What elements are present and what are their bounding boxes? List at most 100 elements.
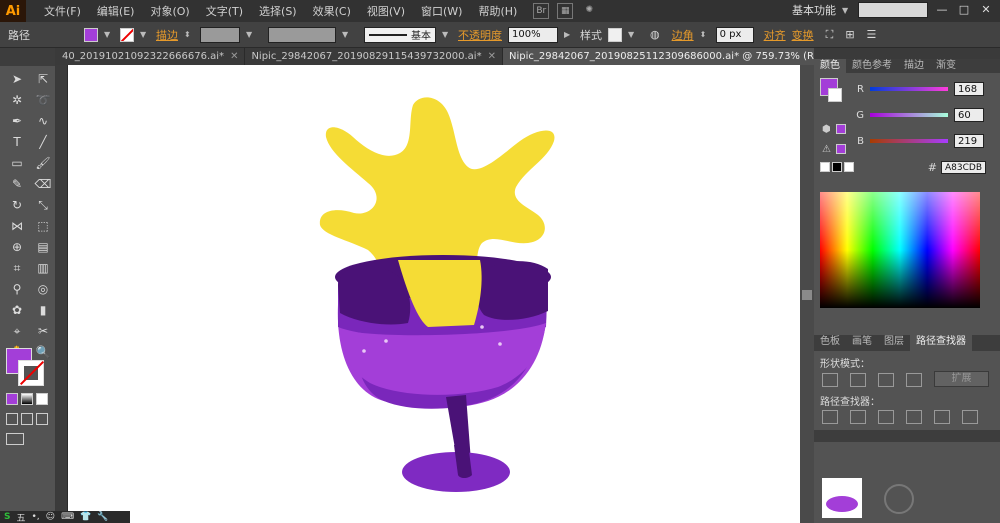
mask-link-icon[interactable]: [884, 484, 914, 514]
blend-tool-icon[interactable]: ◎: [32, 280, 54, 299]
draw-inside-icon[interactable]: [36, 413, 48, 425]
symbol-sprayer-icon[interactable]: ✿: [6, 301, 28, 320]
draw-normal-icon[interactable]: [6, 413, 18, 425]
arrange-documents-icon[interactable]: ▦: [557, 3, 574, 19]
none-mode-icon[interactable]: [36, 393, 48, 405]
outline-icon[interactable]: [934, 410, 950, 424]
close-icon[interactable]: ✕: [488, 48, 496, 65]
tab-color-guide[interactable]: 颜色参考: [846, 59, 898, 73]
chevron-down-icon[interactable]: ▼: [104, 30, 114, 39]
type-tool-icon[interactable]: T: [6, 133, 28, 152]
black-swatch[interactable]: [832, 162, 842, 172]
gpu-icon[interactable]: ✺: [581, 3, 597, 19]
transform-link[interactable]: 变换: [792, 27, 814, 43]
punctuation-icon[interactable]: •,: [32, 512, 40, 522]
menu-help[interactable]: 帮助(H): [470, 3, 525, 19]
exclude-icon[interactable]: [906, 373, 922, 387]
curvature-tool-icon[interactable]: ∿: [32, 112, 54, 131]
menu-effect[interactable]: 效果(C): [305, 3, 359, 19]
menu-window[interactable]: 窗口(W): [413, 3, 470, 19]
tab-gradient[interactable]: 渐变: [930, 59, 962, 73]
panel-grip[interactable]: [0, 48, 55, 66]
chevron-right-icon[interactable]: ▶: [564, 30, 574, 39]
variable-width-field[interactable]: [268, 26, 336, 43]
rotate-tool-icon[interactable]: ↻: [6, 196, 28, 215]
vertical-scrollbar[interactable]: [800, 65, 814, 523]
menu-type[interactable]: 文字(T): [198, 3, 251, 19]
fill-swatch[interactable]: [84, 27, 98, 42]
stepper-icon[interactable]: ⬍: [184, 30, 194, 39]
glass-right-lobe[interactable]: [475, 261, 548, 320]
keyboard-icon[interactable]: ⌨: [61, 512, 74, 522]
paintbrush-icon[interactable]: 🖌: [32, 154, 54, 173]
menu-select[interactable]: 选择(S): [251, 3, 305, 19]
free-transform-icon[interactable]: ⬚: [32, 217, 54, 236]
white-swatch[interactable]: [844, 162, 854, 172]
red-value[interactable]: 168: [954, 82, 984, 96]
magic-wand-icon[interactable]: ✲: [6, 91, 28, 110]
tab-layers[interactable]: 图层: [878, 335, 910, 351]
chevron-down-icon[interactable]: ▼: [442, 30, 452, 39]
menu-object[interactable]: 对象(O): [142, 3, 197, 19]
workspace-switcher[interactable]: 基本功能: [792, 2, 836, 18]
brush-definition[interactable]: 基本: [364, 26, 436, 43]
color-spectrum[interactable]: [820, 192, 980, 308]
close-icon[interactable]: ✕: [978, 3, 994, 17]
ime-logo[interactable]: S: [4, 512, 10, 522]
color-mode-icon[interactable]: [6, 393, 18, 405]
eyedropper-icon[interactable]: ⚲: [6, 280, 28, 299]
slider-red[interactable]: R 168: [814, 76, 1000, 102]
panel-grip[interactable]: [814, 48, 1000, 59]
tab-pathfinder[interactable]: 路径查找器: [910, 335, 972, 351]
opacity-mask-thumbnail[interactable]: [822, 478, 862, 518]
tab-swatches[interactable]: 色板: [814, 335, 846, 351]
emoji-icon[interactable]: ☺: [46, 512, 55, 522]
stepper-icon[interactable]: ⬍: [700, 30, 710, 39]
maximize-icon[interactable]: □: [956, 3, 972, 17]
artboard-tool-icon[interactable]: ⌖: [6, 322, 28, 341]
width-tool-icon[interactable]: ⋈: [6, 217, 28, 236]
menu-edit[interactable]: 编辑(E): [89, 3, 143, 19]
tab-document-1[interactable]: 40_20191021092322666676.ai* ✕: [56, 48, 246, 65]
slider-track[interactable]: [870, 113, 948, 117]
opacity-label[interactable]: 不透明度: [458, 27, 502, 43]
divide-icon[interactable]: [822, 410, 838, 424]
menu-icon[interactable]: ☰: [867, 28, 877, 41]
corner-label[interactable]: 边角: [672, 27, 694, 43]
draw-behind-icon[interactable]: [21, 413, 33, 425]
direct-selection-tool-icon[interactable]: ⇱: [32, 70, 54, 89]
lasso-icon[interactable]: ➰: [32, 91, 54, 110]
slider-blue[interactable]: B 219: [814, 128, 1000, 154]
green-value[interactable]: 60: [954, 108, 984, 122]
chevron-down-icon[interactable]: ▼: [842, 6, 852, 15]
menu-file[interactable]: 文件(F): [36, 3, 89, 19]
search-input[interactable]: [858, 2, 928, 18]
stroke-label[interactable]: 描边: [156, 27, 178, 43]
intersect-icon[interactable]: [878, 373, 894, 387]
close-icon[interactable]: ✕: [230, 48, 238, 65]
shape-builder-icon[interactable]: ⊕: [6, 238, 28, 257]
gradient-tool-icon[interactable]: ▥: [32, 259, 54, 278]
transform-icon[interactable]: ⛶: [826, 28, 834, 42]
wrench-icon[interactable]: 🔧: [97, 512, 108, 522]
chevron-down-icon[interactable]: ▼: [342, 30, 352, 39]
merge-icon[interactable]: [878, 410, 894, 424]
graphic-style-swatch[interactable]: [608, 27, 622, 42]
slider-track[interactable]: [870, 139, 948, 143]
mesh-tool-icon[interactable]: ⌗: [6, 259, 28, 278]
tab-color[interactable]: 颜色: [814, 59, 846, 73]
hex-input[interactable]: A83CDB: [941, 160, 986, 174]
gradient-mode-icon[interactable]: [21, 393, 33, 405]
trim-icon[interactable]: [850, 410, 866, 424]
chevron-down-icon[interactable]: ▼: [140, 30, 150, 39]
crop-icon[interactable]: [906, 410, 922, 424]
chevron-down-icon[interactable]: ▼: [628, 30, 638, 39]
stroke-swatch[interactable]: [120, 27, 134, 42]
stroke-color-box[interactable]: [18, 360, 44, 386]
bridge-icon[interactable]: Br: [533, 3, 550, 19]
tab-stroke[interactable]: 描边: [898, 59, 930, 73]
selection-tool-icon[interactable]: ➤: [6, 70, 28, 89]
minus-front-icon[interactable]: [850, 373, 866, 387]
scale-tool-icon[interactable]: ⤡: [32, 196, 54, 215]
rectangle-tool-icon[interactable]: ▭: [6, 154, 28, 173]
